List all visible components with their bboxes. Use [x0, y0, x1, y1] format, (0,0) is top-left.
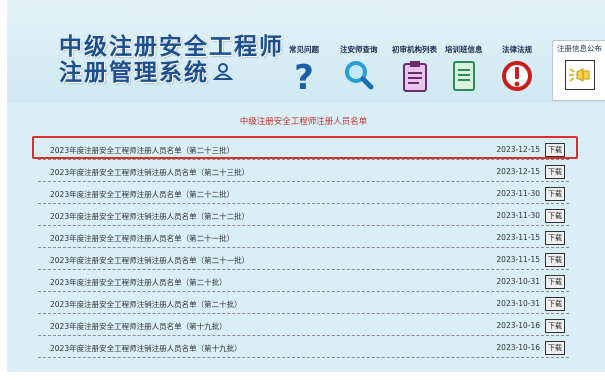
nav-registration-announcement-label: 注册信息公布 [557, 44, 602, 53]
list-item-date: 2023-10-31 [496, 299, 540, 308]
list-item-date: 2023-11-30 [496, 211, 540, 220]
nav-faq-label: 常见问题 [289, 45, 319, 54]
alert-icon [500, 59, 534, 97]
list-item[interactable]: 2023年度注册安全工程师注销注册人员名单（第二十批） 2023-10-31 下… [38, 292, 569, 314]
download-button[interactable]: 下载 [545, 187, 565, 201]
header: 中级注册安全工程师 注册管理系统 常见问题 ? 注安师查询 初审机构列表 培训班… [7, 0, 605, 103]
list-item-date: 2023-11-15 [496, 233, 540, 242]
list-item-date: 2023-12-15 [496, 167, 540, 176]
list-item[interactable]: 2023年度注册安全工程师注销注册人员名单（第十九批） 2023-10-16 下… [38, 336, 569, 358]
user-icon [212, 61, 234, 87]
list-item[interactable]: 2023年度注册安全工程师注册人员名单（第十九批） 2023-10-16 下载 [38, 314, 569, 336]
list-item-date: 2023-11-15 [496, 255, 540, 264]
list-item[interactable]: 2023年度注册安全工程师注销注册人员名单（第二十二批） 2023-11-30 … [38, 204, 569, 226]
nav-review-agencies[interactable]: 初审机构列表 [392, 45, 437, 103]
list-item-name[interactable]: 2023年度注册安全工程师注销注册人员名单（第十九批） [50, 343, 242, 354]
list-item[interactable]: 2023年度注册安全工程师注册人员名单（第二十一批） 2023-11-15 下载 [38, 226, 569, 248]
list-item-date: 2023-12-15 [496, 145, 540, 154]
download-button[interactable]: 下载 [545, 209, 565, 223]
clipboard-icon [399, 59, 431, 97]
nav-laws-regulations-label: 法律法规 [502, 45, 532, 54]
download-button[interactable]: 下载 [545, 319, 565, 333]
page-frame: 中级注册安全工程师 注册管理系统 常见问题 ? 注安师查询 初审机构列表 培训班… [7, 0, 605, 372]
nav-engineer-search[interactable]: 注安师查询 [340, 45, 378, 103]
list-item-name[interactable]: 2023年度注册安全工程师注册人员名单（第二十批） [50, 277, 227, 288]
registration-list-panel: 中级注册安全工程师注册人员名单 2023年度注册安全工程师注册人员名单（第二十三… [32, 112, 575, 362]
download-button[interactable]: 下载 [545, 143, 565, 157]
magnifier-icon [342, 59, 376, 97]
list-item-date: 2023-10-16 [496, 343, 540, 352]
list-item-name[interactable]: 2023年度注册安全工程师注销注册人员名单（第二十批） [50, 299, 242, 310]
system-title-text: 注册管理系统 [59, 60, 209, 86]
list-item[interactable]: 2023年度注册安全工程师注销注册人员名单（第二十一批） 2023-11-15 … [38, 248, 569, 270]
nav-faq[interactable]: 常见问题 ? [289, 45, 319, 103]
announcement-icon [564, 60, 595, 90]
system-title-line1: 中级注册安全工程师 [59, 34, 284, 60]
list-item[interactable]: 2023年度注册安全工程师注册人员名单（第二十二批） 2023-11-30 下载 [38, 182, 569, 204]
document-icon [450, 59, 478, 97]
list-item-name[interactable]: 2023年度注册安全工程师注销注册人员名单（第二十三批） [50, 167, 249, 178]
list-title: 中级注册安全工程师注册人员名单 [239, 117, 368, 127]
list-item[interactable]: 2023年度注册安全工程师注册人员名单（第二十批） 2023-10-31 下载 [38, 270, 569, 292]
list-item-date: 2023-10-31 [496, 277, 540, 286]
download-button[interactable]: 下载 [545, 231, 565, 245]
nav-laws-regulations[interactable]: 法律法规 [500, 45, 534, 103]
nav-training-info-label: 培训班信息 [445, 45, 483, 54]
download-button[interactable]: 下载 [545, 275, 565, 289]
nav-registration-announcement[interactable]: 注册信息公布 [552, 40, 605, 101]
list-item-name[interactable]: 2023年度注册安全工程师注销注册人员名单（第二十一批） [50, 255, 249, 266]
list-item-name[interactable]: 2023年度注册安全工程师注销注册人员名单（第二十二批） [50, 211, 249, 222]
nav-training-info[interactable]: 培训班信息 [445, 45, 483, 103]
list-item[interactable]: 2023年度注册安全工程师注册人员名单（第二十三批） 2023-12-15 下载 [38, 138, 569, 160]
list-item-name[interactable]: 2023年度注册安全工程师注册人员名单（第十九批） [50, 321, 227, 332]
nav-review-agencies-label: 初审机构列表 [392, 45, 437, 54]
svg-text:?: ? [294, 59, 314, 93]
download-button[interactable]: 下载 [545, 165, 565, 179]
list-item-name[interactable]: 2023年度注册安全工程师注册人员名单（第二十一批） [50, 233, 234, 244]
download-button[interactable]: 下载 [545, 253, 565, 267]
list-item-date: 2023-10-16 [496, 321, 540, 330]
question-icon: ? [292, 58, 316, 98]
nav-engineer-search-label: 注安师查询 [340, 45, 378, 54]
list-item[interactable]: 2023年度注册安全工程师注销注册人员名单（第二十三批） 2023-12-15 … [38, 160, 569, 182]
download-button[interactable]: 下载 [545, 341, 565, 355]
list-item-date: 2023-11-30 [496, 189, 540, 198]
system-title-line2: 注册管理系统 [59, 60, 234, 87]
download-button[interactable]: 下载 [545, 297, 565, 311]
list-item-name[interactable]: 2023年度注册安全工程师注册人员名单（第二十二批） [50, 189, 234, 200]
list-item-name[interactable]: 2023年度注册安全工程师注册人员名单（第二十三批） [50, 145, 234, 156]
